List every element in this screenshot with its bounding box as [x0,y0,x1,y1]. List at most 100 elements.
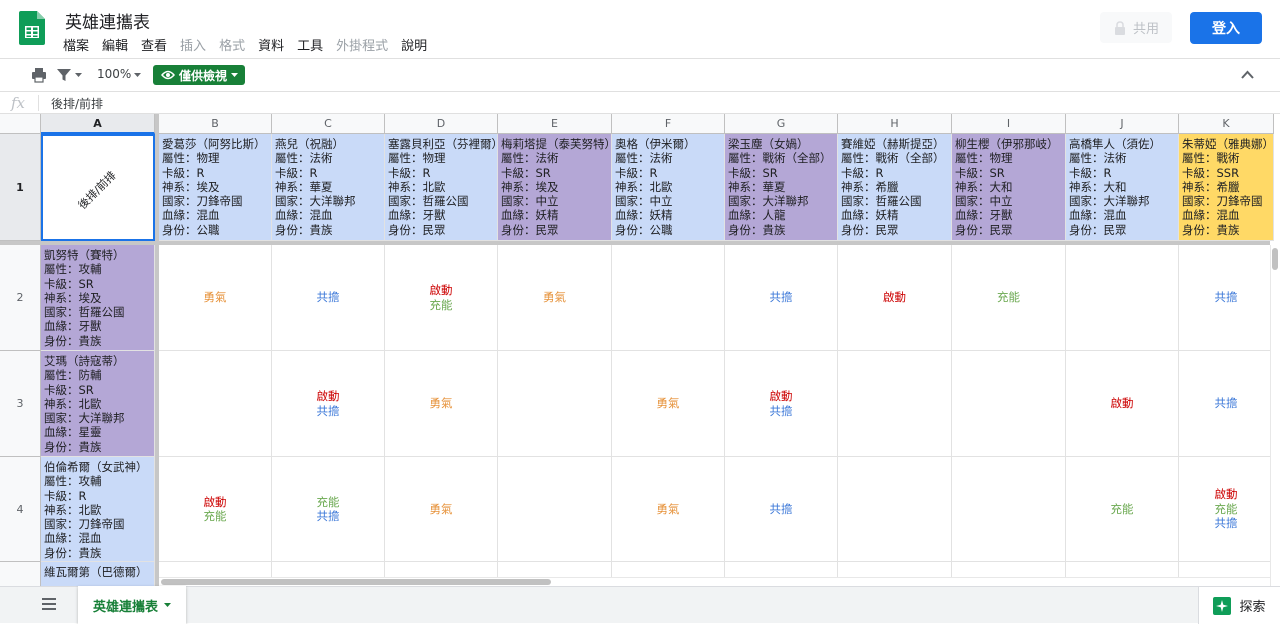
cell-F3[interactable]: 勇氣 [612,351,725,457]
cell-C4[interactable]: 充能 共擔 [272,457,385,562]
cell-E3[interactable] [498,351,612,457]
cell-a1[interactable]: 後排/前排 [41,134,155,241]
frozen-row-divider[interactable] [0,241,1270,245]
chevron-down-icon [164,602,171,607]
cell-E2[interactable]: 勇氣 [498,245,612,351]
cell-A3[interactable]: 艾瑪（詩寇蒂） 屬性：防輔 卡級：SR 神系：北歐 國家：大洋聯邦 血緣：星靈 身份：貴族 [41,351,155,457]
cell-K2[interactable]: 共擔 [1179,245,1274,351]
cell-J3[interactable]: 啟動 [1066,351,1179,457]
cell-D2[interactable]: 啟動 充能 [385,245,498,351]
cell-F4[interactable]: 勇氣 [612,457,725,562]
sheets-logo-icon[interactable] [19,11,45,45]
cell-G2[interactable]: 共擔 [725,245,838,351]
explore-button[interactable]: 探索 [1198,587,1280,624]
share-button[interactable]: 共用 [1100,12,1172,43]
cell-G4[interactable]: 共擔 [725,457,838,562]
collapse-menu-icon[interactable] [1241,70,1254,79]
cell-C1[interactable]: 燕兒（祝融） 屬性：法術 卡級：R 神系：華夏 國家：大洋聯邦 血緣：混血 身份：貴族 [272,134,385,241]
menu-item-3[interactable]: 插入 [180,35,206,54]
cell-F2[interactable] [612,245,725,351]
sheet-tab[interactable]: 英雄連攜表 [78,586,186,624]
menu-item-8[interactable]: 說明 [401,35,427,54]
filter-icon[interactable] [56,68,72,82]
menu-item-7[interactable]: 外掛程式 [336,35,388,54]
cell-G1[interactable]: 梁玉塵（女媧） 屬性：戰術（全部） 卡級：SR 神系：華夏 國家：大洋聯邦 血緣：人龍 身份… [725,134,838,241]
row-header-3[interactable]: 3 [0,351,41,457]
synergy-tag: 共擔 [1214,516,1238,531]
hero-info-line: 血緣：人龍 [728,208,786,223]
menu-item-2[interactable]: 查看 [141,35,167,54]
cell-A4[interactable]: 伯倫希爾（女武神） 屬性：攻輔 卡級：R 神系：北歐 國家：刀鋒帝國 血緣：混血 身份：貴族 [41,457,155,562]
cell-A5[interactable]: 維瓦爾第（巴德爾） [41,562,155,586]
cell-B4[interactable]: 啟動 充能 [159,457,272,562]
hero-info-line: 神系：希臘 [1182,179,1240,194]
cell-H2[interactable]: 啟動 [838,245,952,351]
cell-H4[interactable] [838,457,952,562]
filter-caret-icon[interactable] [75,73,82,78]
login-button[interactable]: 登入 [1190,12,1262,44]
column-header-G[interactable]: G [725,114,838,134]
column-header-D[interactable]: D [385,114,498,134]
cell-D4[interactable]: 勇氣 [385,457,498,562]
cell-E1[interactable]: 梅莉塔提（泰芙努特） 屬性：法術 卡級：SR 神系：埃及 國家：中立 血緣：妖精 身份：民眾 [498,134,612,241]
select-all-corner[interactable] [0,114,41,134]
cell-C2[interactable]: 共擔 [272,245,385,351]
column-header-C[interactable]: C [272,114,385,134]
cell-F1[interactable]: 奧格（伊米爾） 屬性：法術 卡級：R 神系：北歐 國家：中立 血緣：妖精 身份：公職 [612,134,725,241]
cell-I1[interactable]: 柳生櫻（伊邪那岐） 屬性：物理 卡級：SR 神系：大和 國家：中立 血緣：牙獸 身份：民眾 [952,134,1066,241]
column-header-B[interactable]: B [159,114,272,134]
menu-item-4[interactable]: 格式 [219,35,245,54]
column-header-F[interactable]: F [612,114,725,134]
vertical-scrollbar-thumb[interactable] [1272,248,1278,270]
cell-K4[interactable]: 啟動 充能 共擔 [1179,457,1274,562]
row-header-5[interactable] [0,562,41,586]
column-header-I[interactable]: I [952,114,1066,134]
cell-K3[interactable]: 共擔 [1179,351,1274,457]
zoom-caret-icon[interactable] [134,73,141,78]
synergy-tag: 充能 [203,509,227,523]
cell-B3[interactable] [159,351,272,457]
cell-J4[interactable]: 充能 [1066,457,1179,562]
column-header-E[interactable]: E [498,114,612,134]
cell-A2[interactable]: 凱努特（賽特） 屬性：攻輔 卡級：SR 神系：埃及 國家：哲羅公國 血緣：牙獸 身份：貴族 [41,245,155,351]
menu-item-1[interactable]: 編輯 [102,35,128,54]
cell-K1[interactable]: 朱蒂婭（雅典娜） 屬性：戰術 卡級：SSR 神系：希臘 國家：刀鋒帝國 血緣：混血 身份：貴… [1179,134,1274,241]
menu-item-5[interactable]: 資料 [258,35,284,54]
formula-input[interactable]: 後排/前排 [51,95,103,112]
column-header-H[interactable]: H [838,114,952,134]
column-header-A[interactable]: A [41,114,155,134]
cell-G3[interactable]: 啟動 共擔 [725,351,838,457]
cell-H3[interactable] [838,351,952,457]
frozen-column-divider[interactable] [155,114,159,586]
menu-item-0[interactable]: 檔案 [63,35,89,54]
cell-J2[interactable] [1066,245,1179,351]
synergy-tag: 啟動 [203,494,227,509]
vertical-scrollbar-track[interactable] [1270,245,1280,586]
cell-I3[interactable] [952,351,1066,457]
column-header-J[interactable]: J [1066,114,1179,134]
zoom-select[interactable]: 100% [97,67,131,81]
cell-D1[interactable]: 塞露貝利亞（芬裡爾） 屬性：物理 卡級：R 神系：北歐 國家：哲羅公國 血緣：牙獸 身份：民… [385,134,498,241]
cell-D3[interactable]: 勇氣 [385,351,498,457]
document-title[interactable]: 英雄連攜表 [65,8,150,33]
cell-I2[interactable]: 充能 [952,245,1066,351]
hero-info-line: 國家：刀鋒帝國 [1182,194,1263,209]
all-sheets-menu-icon[interactable] [42,598,56,610]
cell-H1[interactable]: 賽維婭（赫斯提亞） 屬性：戰術（全部） 卡級：R 神系：希臘 國家：哲羅公國 血緣：妖精身… [838,134,952,241]
row-header-4[interactable]: 4 [0,457,41,562]
horizontal-scrollbar-thumb[interactable] [161,579,551,585]
cell-J1[interactable]: 高橋隼人（須佐） 屬性：法術 卡級：R 神系：大和 國家：大洋聯邦 血緣：混血 身份：民眾 [1066,134,1179,241]
hero-info-line: 身份：民眾 [388,222,446,237]
view-only-button[interactable]: 僅供檢視 [153,65,246,85]
cell-C3[interactable]: 啟動 共擔 [272,351,385,457]
column-header-K[interactable]: K [1179,114,1274,134]
print-icon[interactable] [31,67,47,83]
hero-info-line: 維瓦爾第（巴德爾） [44,565,148,579]
cell-B2[interactable]: 勇氣 [159,245,272,351]
cell-I4[interactable] [952,457,1066,562]
cell-B1[interactable]: 愛葛莎（阿努比斯） 屬性：物理 卡級：R 神系：埃及 國家：刀鋒帝國 血緣：混血 身份：公職 [159,134,272,241]
menu-item-6[interactable]: 工具 [297,35,323,54]
cell-E4[interactable] [498,457,612,562]
row-header-1[interactable]: 1 [0,134,41,241]
row-header-2[interactable]: 2 [0,245,41,351]
